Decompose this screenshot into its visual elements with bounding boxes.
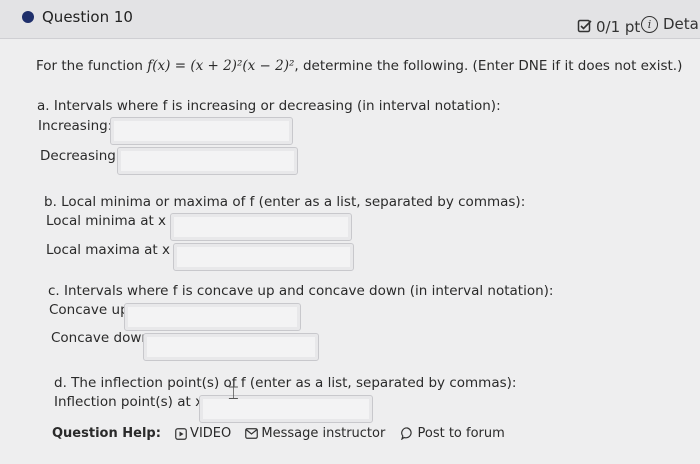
increasing-input[interactable] [110,117,293,145]
video-label: VIDEO [190,426,232,441]
info-icon: i [641,16,658,33]
details-button[interactable]: i Deta [641,15,699,33]
score-text: 0/1 pt [596,18,641,36]
local-minima-input[interactable] [170,213,352,241]
part-b-question: b. Local minima or maxima of f (enter as… [44,194,526,210]
video-link[interactable]: VIDEO [175,426,235,441]
concave-up-input[interactable] [124,303,301,331]
part-a-question: a. Intervals where f is increasing or de… [37,98,501,114]
question-help: Question Help: VIDEO Message instructor … [52,426,505,441]
help-label: Question Help: [52,426,161,441]
prompt-tail: , determine the following. (Enter DNE if… [294,58,683,74]
local-maxima-input[interactable] [173,243,354,271]
concave-up-label: Concave up: [49,302,134,318]
edit-checkbox-icon [577,19,592,33]
question-prompt: For the function f(x) = (x + 2)²(x − 2)²… [36,58,682,74]
question-title: Question 10 [42,8,133,26]
details-label: Deta [663,15,699,33]
inflection-input[interactable] [199,395,373,423]
decreasing-label: Decreasing: [40,148,121,164]
question-status-dot [22,11,34,23]
increasing-label: Increasing: [38,118,113,134]
prompt-lead: For the function [36,58,143,74]
part-d-question: d. The inflection point(s) of f (enter a… [54,375,517,391]
forum-label: Post to forum [417,426,505,441]
function-expression: f(x) = (x + 2)²(x − 2)² [147,58,295,74]
local-maxima-label: Local maxima at x = [46,242,186,258]
local-minima-label: Local minima at x = [46,213,182,229]
part-c-question: c. Intervals where f is concave up and c… [48,283,554,299]
concave-down-input[interactable] [143,333,319,361]
inflection-label: Inflection point(s) at x = [54,394,219,410]
envelope-icon [245,428,259,439]
video-icon [175,427,187,440]
decreasing-input[interactable] [117,147,298,175]
question-header: Question 10 0/1 pt i Deta [0,0,700,39]
message-label: Message instructor [261,426,386,441]
post-to-forum-link[interactable]: Post to forum [401,426,505,441]
speech-bubble-icon [401,427,413,440]
concave-down-label: Concave down: [51,330,155,346]
message-instructor-link[interactable]: Message instructor [245,426,389,441]
text-cursor-icon: ⌶ [228,383,239,404]
